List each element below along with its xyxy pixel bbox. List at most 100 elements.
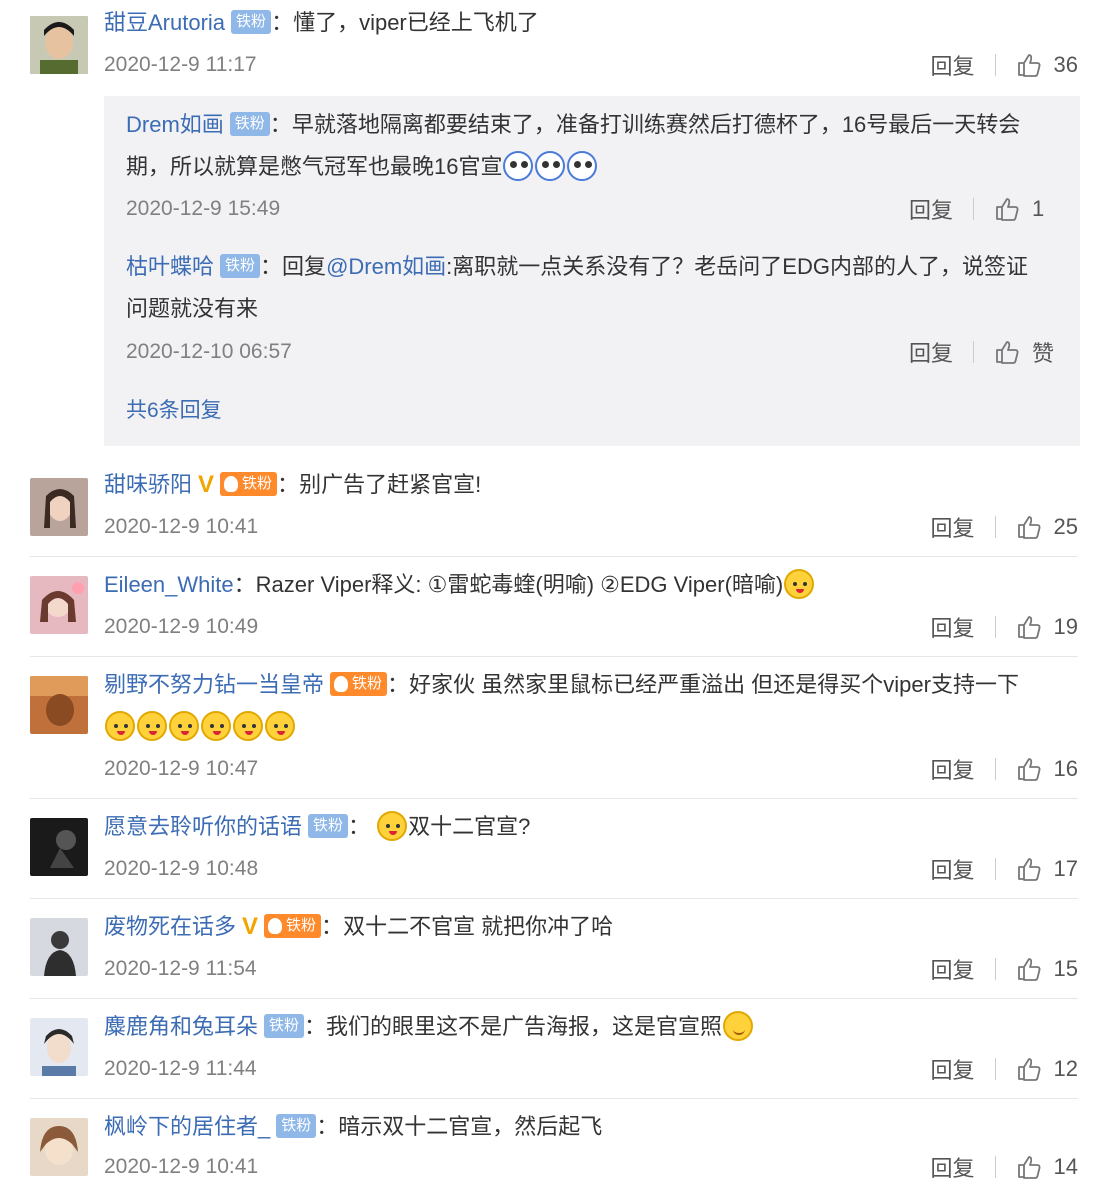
comment-text: 剔野不努力钻一当皇帝 铁粉 ：好家伙 虽然家里鼠标已经严重溢出 但还是得买个vipe… bbox=[104, 672, 1019, 697]
comment-body: 我们的眼里这不是广告海报，这是官宣照 bbox=[326, 1014, 723, 1039]
fan-badge[interactable]: 铁粉 bbox=[264, 914, 322, 939]
like-count: 1 bbox=[1032, 196, 1045, 221]
thumbs-up-icon[interactable] bbox=[1016, 756, 1042, 782]
thumbs-up-icon[interactable] bbox=[1016, 514, 1042, 540]
username-link[interactable]: Drem如画 bbox=[126, 112, 224, 137]
username-link[interactable]: 枫岭下的居住者_ bbox=[104, 1114, 270, 1139]
reply-time: 2020-12-10 06:57 bbox=[126, 340, 292, 363]
fan-badge[interactable]: 铁粉 bbox=[229, 112, 270, 137]
divider bbox=[994, 516, 996, 538]
avatar[interactable] bbox=[30, 478, 88, 536]
divider bbox=[30, 998, 1078, 999]
comment-time: 2020-12-9 10:48 bbox=[104, 857, 259, 880]
comment-time: 2020-12-9 11:44 bbox=[104, 1057, 257, 1080]
username-link[interactable]: 废物死在话多 bbox=[104, 914, 236, 939]
comment-actions: 回复 36 bbox=[931, 50, 1079, 80]
reply-actions: 回复 1 bbox=[909, 194, 1056, 224]
reply-time: 2020-12-9 15:49 bbox=[126, 197, 281, 220]
fan-badge[interactable]: 铁粉 bbox=[330, 672, 388, 697]
divider bbox=[994, 858, 996, 880]
avatar[interactable] bbox=[30, 576, 88, 634]
comment-actions: 回复 25 bbox=[931, 512, 1079, 542]
emoji-icon bbox=[503, 151, 534, 182]
thumbs-up-icon[interactable] bbox=[1016, 956, 1042, 982]
username-link[interactable]: Eileen_White bbox=[104, 572, 234, 597]
thumbs-up-icon[interactable] bbox=[1016, 52, 1042, 78]
emoji-icon bbox=[169, 711, 199, 742]
reply-button[interactable]: 回复 bbox=[931, 1053, 975, 1085]
username-link[interactable]: 甜豆Arutoria bbox=[104, 10, 225, 35]
avatar[interactable] bbox=[30, 1018, 88, 1076]
divider bbox=[994, 1156, 996, 1178]
divider bbox=[30, 656, 1078, 657]
reply-button[interactable]: 回复 bbox=[931, 753, 975, 785]
like-count: 25 bbox=[1053, 514, 1078, 539]
fan-badge[interactable]: 铁粉 bbox=[308, 814, 349, 839]
thumbs-up-icon[interactable] bbox=[994, 339, 1020, 365]
reply-button[interactable]: 回复 bbox=[931, 611, 975, 643]
username-link[interactable]: 麋鹿角和兔耳朵 bbox=[104, 1014, 258, 1039]
verified-icon: V bbox=[242, 913, 259, 940]
thumbs-up-icon[interactable] bbox=[1016, 614, 1042, 640]
comment-text: 甜味骄阳 V 铁粉 ：别广告了赶紧官宣! bbox=[104, 464, 1078, 506]
reply-thread: Drem如画 铁粉 ：早就落地隔离都要结束了，准备打训练赛然后打德杯了，16号最后一… bbox=[104, 96, 1080, 446]
emoji-icon bbox=[377, 811, 408, 842]
divider bbox=[973, 198, 974, 220]
comment-text: 麋鹿角和兔耳朵 铁粉 ：我们的眼里这不是广告海报，这是官宣照 bbox=[104, 1006, 1078, 1048]
username-link[interactable]: 枯叶蝶哈 bbox=[126, 254, 214, 279]
like-count: 16 bbox=[1053, 756, 1078, 781]
thumbs-up-icon[interactable] bbox=[1016, 1154, 1042, 1180]
comment-text-cont bbox=[104, 706, 1078, 748]
reply-button[interactable]: 回复 bbox=[909, 336, 953, 368]
like-count: 19 bbox=[1053, 614, 1078, 639]
mention-link[interactable]: @Drem如画 bbox=[326, 254, 446, 279]
reply-button[interactable]: 回复 bbox=[931, 853, 975, 885]
emoji-icon bbox=[535, 151, 566, 182]
comment-time: 2020-12-9 10:49 bbox=[104, 615, 259, 638]
avatar[interactable] bbox=[30, 676, 88, 734]
avatar[interactable] bbox=[30, 1118, 88, 1176]
reply-text: Drem如画 铁粉 ：早就落地隔离都要结束了，准备打训练赛然后打德杯了，16号最后一… bbox=[126, 112, 1021, 137]
fan-badge[interactable]: 铁粉 bbox=[231, 10, 272, 35]
thumbs-up-icon[interactable] bbox=[1016, 856, 1042, 882]
fan-badge[interactable]: 铁粉 bbox=[220, 254, 261, 279]
fan-badge[interactable]: 铁粉 bbox=[264, 1014, 305, 1039]
reply-button[interactable]: 回复 bbox=[931, 953, 975, 985]
reply-button[interactable]: 回复 bbox=[909, 193, 953, 225]
fan-badge[interactable]: 铁粉 bbox=[276, 1114, 317, 1139]
reply-prefix: 回复 bbox=[282, 254, 327, 279]
reply-button[interactable]: 回复 bbox=[931, 511, 975, 543]
divider bbox=[30, 1098, 1078, 1099]
comment-body: 懂了，viper已经上飞机了 bbox=[293, 10, 539, 35]
emoji-icon bbox=[567, 151, 598, 182]
divider bbox=[994, 958, 996, 980]
comment-text: Eileen_White：Razer Viper释义: ①雷蛇毒蝰(明喻) ②E… bbox=[104, 564, 1078, 606]
thumbs-up-icon[interactable] bbox=[1016, 1056, 1042, 1082]
reply-button[interactable]: 回复 bbox=[931, 49, 975, 81]
comment-text: 枫岭下的居住者_ 铁粉 ：暗示双十二官宣，然后起飞 bbox=[104, 1114, 603, 1139]
divider bbox=[973, 341, 974, 363]
reply-body-line2: 问题就没有来 bbox=[126, 296, 259, 321]
comment-body: 暗示双十二官宣，然后起飞 bbox=[338, 1114, 603, 1139]
comment-body: 双十二官宣? bbox=[408, 814, 531, 839]
emoji-icon bbox=[201, 711, 231, 742]
reply-body-line1: 早就落地隔离都要结束了，准备打训练赛然后打德杯了，16号最后一天转会 bbox=[291, 112, 1021, 137]
more-replies-link[interactable]: 共6条回复 bbox=[126, 396, 222, 426]
emoji-icon bbox=[233, 711, 263, 742]
like-count: 36 bbox=[1053, 52, 1078, 77]
username-link[interactable]: 愿意去聆听你的话语 bbox=[104, 814, 302, 839]
username-link[interactable]: 剔野不努力钻一当皇帝 bbox=[104, 672, 324, 697]
divider bbox=[994, 758, 996, 780]
emoji-icon bbox=[723, 1011, 754, 1042]
comment-actions: 回复 15 bbox=[931, 954, 1079, 984]
fan-badge[interactable]: 铁粉 bbox=[220, 472, 278, 497]
avatar[interactable] bbox=[30, 818, 88, 876]
reply-text-cont: 问题就没有来 bbox=[126, 288, 1056, 330]
avatar[interactable] bbox=[30, 918, 88, 976]
comment-time: 2020-12-9 11:54 bbox=[104, 957, 257, 980]
username-link[interactable]: 甜味骄阳 bbox=[104, 472, 192, 497]
comment-actions: 回复 16 bbox=[931, 754, 1079, 784]
thumbs-up-icon[interactable] bbox=[994, 196, 1020, 222]
avatar[interactable] bbox=[30, 16, 88, 74]
reply-button[interactable]: 回复 bbox=[931, 1151, 975, 1183]
